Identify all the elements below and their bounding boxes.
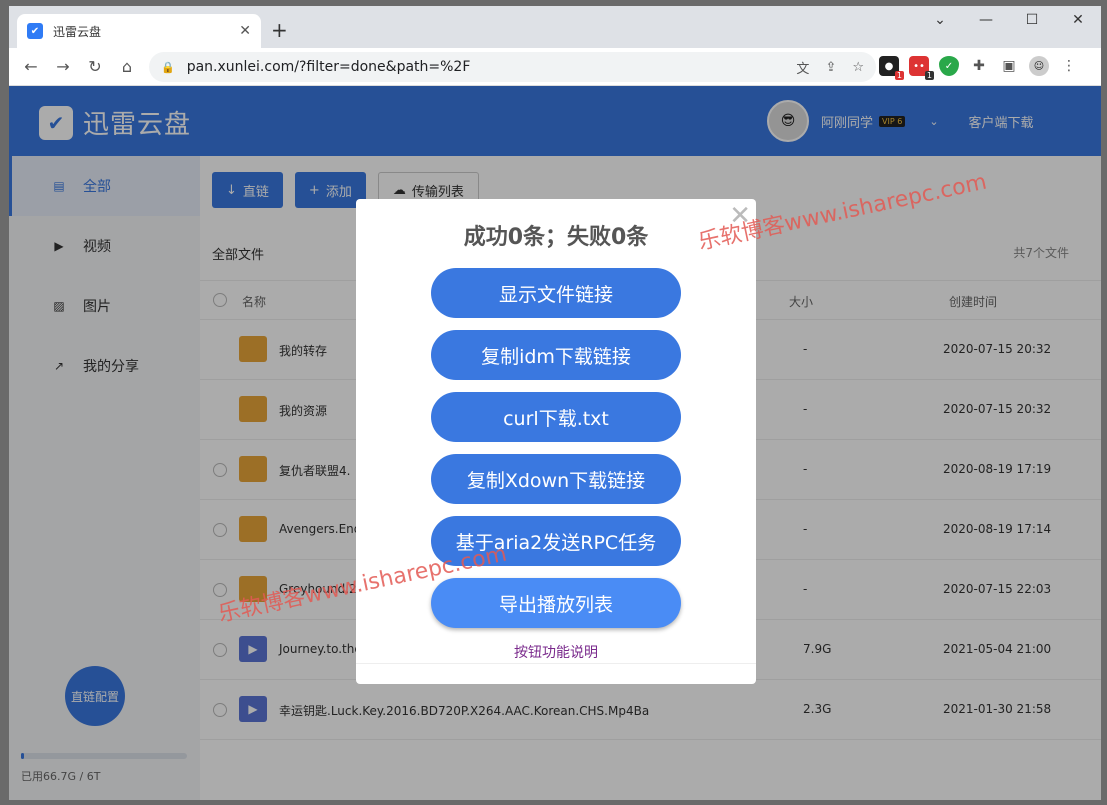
export-playlist-button[interactable]: 导出播放列表 [431, 578, 681, 628]
tab-close-icon[interactable]: ✕ [239, 23, 251, 39]
browser-tab[interactable]: ✔ 迅雷云盘 ✕ [17, 14, 261, 48]
show-file-links-button[interactable]: 显示文件链接 [431, 268, 681, 318]
button-help-link[interactable]: 按钮功能说明 [356, 642, 756, 662]
shield-extension-icon[interactable]: ✓ [939, 56, 959, 76]
curl-download-txt-button[interactable]: curl下载.txt [431, 392, 681, 442]
new-tab-icon[interactable]: + [271, 18, 288, 42]
forward-icon[interactable]: → [47, 57, 79, 76]
address-bar: ← → ↻ ⌂ 🔒 pan.xunlei.com/?filter=done&pa… [9, 48, 1101, 86]
side-panel-icon[interactable]: ▣ [999, 56, 1019, 76]
download-dialog: ✕ 成功0条；失败0条 显示文件链接 复制idm下载链接 curl下载.txt … [356, 199, 756, 684]
share-icon[interactable]: ⇪ [825, 60, 836, 75]
browser-window: ✔ 迅雷云盘 ✕ + ⌄ — ☐ ✕ ← → ↻ ⌂ 🔒 pan.xunlei.… [9, 6, 1101, 800]
extension-1-icon[interactable]: ● 1 [879, 56, 904, 80]
puzzle-extensions-icon[interactable]: ✚ [969, 56, 989, 76]
xunlei-favicon-icon: ✔ [27, 23, 43, 39]
omnibox[interactable]: 🔒 pan.xunlei.com/?filter=done&path=%2F 文… [149, 52, 876, 82]
window-close-icon[interactable]: ✕ [1055, 6, 1101, 36]
bookmark-star-icon[interactable]: ☆ [852, 60, 864, 75]
dialog-divider [356, 663, 756, 664]
extension-1-badge: 1 [894, 71, 904, 80]
url-text[interactable]: pan.xunlei.com/?filter=done&path=%2F [187, 59, 781, 75]
extensions-area: ● 1 •• 1 ✓ ✚ ▣ ☺ ⋮ [879, 56, 1079, 80]
tab-bar: ✔ 迅雷云盘 ✕ + ⌄ — ☐ ✕ [9, 6, 1101, 48]
translate-icon[interactable]: 文 [796, 58, 809, 77]
lock-icon[interactable]: 🔒 [161, 61, 175, 74]
tab-search-chevron-icon[interactable]: ⌄ [917, 6, 963, 36]
window-controls: ⌄ — ☐ ✕ [917, 6, 1101, 36]
copy-idm-links-button[interactable]: 复制idm下载链接 [431, 330, 681, 380]
home-icon[interactable]: ⌂ [111, 57, 143, 76]
tab-title: 迅雷云盘 [53, 24, 102, 39]
extension-2-badge: 1 [924, 71, 934, 80]
maximize-icon[interactable]: ☐ [1009, 6, 1055, 36]
extension-2-icon[interactable]: •• 1 [909, 56, 934, 80]
browser-menu-icon[interactable]: ⋮ [1059, 56, 1079, 76]
profile-avatar-icon[interactable]: ☺ [1029, 56, 1049, 76]
reload-icon[interactable]: ↻ [79, 57, 111, 76]
back-icon[interactable]: ← [15, 57, 47, 76]
copy-xdown-links-button[interactable]: 复制Xdown下载链接 [431, 454, 681, 504]
minimize-icon[interactable]: — [963, 6, 1009, 36]
